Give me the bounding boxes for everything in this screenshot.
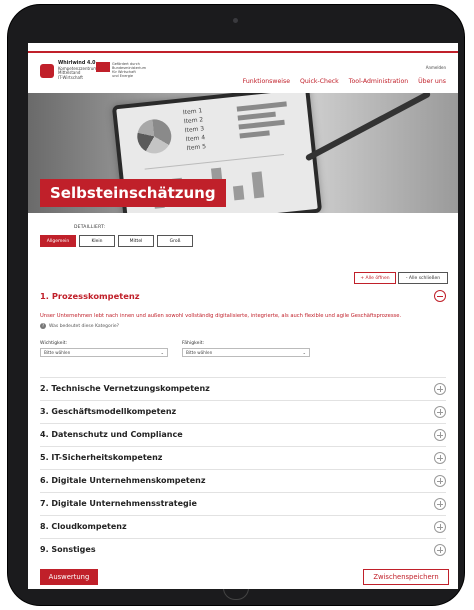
accordion-item[interactable]: 9. Sonstiges [40, 538, 446, 561]
section-title[interactable]: 1. Prozesskompetenz [40, 291, 446, 301]
filter-label: DETAILLIERT: [74, 225, 106, 230]
filter-klein[interactable]: Klein [79, 235, 115, 247]
evaluate-button[interactable]: Auswertung [40, 569, 98, 585]
category-hint[interactable]: ? Was bedeutet diese Kategorie? [40, 323, 446, 329]
close-all-button[interactable]: - Alle schließen [398, 272, 448, 284]
pie-chart-illustration [135, 117, 173, 156]
logo-icon [40, 64, 54, 78]
tablet-frame: Whirlwind 4.0 Kompetenzzentrum Mittelsta… [8, 5, 464, 605]
nav-funktionsweise[interactable]: Funktionsweise [243, 78, 290, 85]
nav-tool-administration[interactable]: Tool-Administration [349, 78, 408, 85]
accordion-item[interactable]: 2. Technische Vernetzungskompetenz [40, 377, 446, 400]
ministry-flag-icon [96, 62, 110, 72]
site-header: Whirlwind 4.0 Kompetenzzentrum Mittelsta… [28, 53, 458, 93]
screen: Whirlwind 4.0 Kompetenzzentrum Mittelsta… [28, 43, 458, 589]
expand-icon[interactable] [434, 498, 446, 510]
section-description: Unser Unternehmen lebt nach innen und au… [40, 313, 402, 319]
size-filter: Allgemein Klein Mittel Groß [40, 235, 193, 247]
pen-illustration [304, 93, 432, 162]
bar-illustration [236, 101, 296, 143]
ministry-text: Gefördert durch Bundesministerium für Wi… [112, 62, 146, 78]
open-all-button[interactable]: + Alle öffnen [354, 272, 396, 284]
main-nav: Funktionsweise Quick-Check Tool-Administ… [243, 78, 446, 85]
accordion-item[interactable]: 4. Datenschutz und Compliance [40, 423, 446, 446]
expand-icon[interactable] [434, 406, 446, 418]
chevron-down-icon: ⌄ [160, 350, 164, 355]
accordion-item[interactable]: 3. Geschäftsmodellkompetenz [40, 400, 446, 423]
info-icon: ? [40, 323, 46, 329]
expand-icon[interactable] [434, 383, 446, 395]
camera-dot [233, 18, 238, 23]
logo-subtitle-2: IT-Wirtschaft [58, 74, 83, 80]
accordion-item[interactable]: 7. Digitale Unternehmensstrategie [40, 492, 446, 515]
save-draft-button[interactable]: Zwischenspeichern [363, 569, 449, 585]
expand-icon[interactable] [434, 544, 446, 556]
rating-fields: Wichtigkeit: Bitte wählen ⌄ Fähigkeit: B… [40, 341, 446, 357]
expand-icon[interactable] [434, 521, 446, 533]
hero-item-list: Item 1 Item 2 Item 3 Item 4 Item 5 [182, 107, 207, 153]
expand-icon[interactable] [434, 429, 446, 441]
nav-quick-check[interactable]: Quick-Check [300, 78, 339, 85]
accordion-item[interactable]: 5. IT-Sicherheitskompetenz [40, 446, 446, 469]
importance-select[interactable]: Bitte wählen ⌄ [40, 348, 168, 357]
expand-icon[interactable] [434, 452, 446, 464]
capability-select[interactable]: Bitte wählen ⌄ [182, 348, 310, 357]
filter-gross[interactable]: Groß [157, 235, 193, 247]
page-title: Selbsteinschätzung [40, 179, 226, 207]
expand-icon[interactable] [434, 475, 446, 487]
collapse-icon[interactable] [434, 290, 446, 302]
site-logo[interactable]: Whirlwind 4.0 Kompetenzzentrum Mittelsta… [40, 61, 100, 86]
filter-allgemein[interactable]: Allgemein [40, 235, 76, 247]
accordion-item[interactable]: 6. Digitale Unternehmenskompetenz [40, 469, 446, 492]
section-prozesskompetenz: 1. Prozesskompetenz Unser Unternehmen le… [40, 290, 446, 357]
capability-field: Fähigkeit: Bitte wählen ⌄ [182, 341, 310, 357]
chevron-down-icon: ⌄ [302, 350, 306, 355]
login-link[interactable]: Anmelden [426, 65, 446, 70]
filter-mittel[interactable]: Mittel [118, 235, 154, 247]
importance-field: Wichtigkeit: Bitte wählen ⌄ [40, 341, 168, 357]
accordion-item[interactable]: 8. Cloudkompetenz [40, 515, 446, 538]
nav-ueber-uns[interactable]: Über uns [418, 78, 446, 85]
